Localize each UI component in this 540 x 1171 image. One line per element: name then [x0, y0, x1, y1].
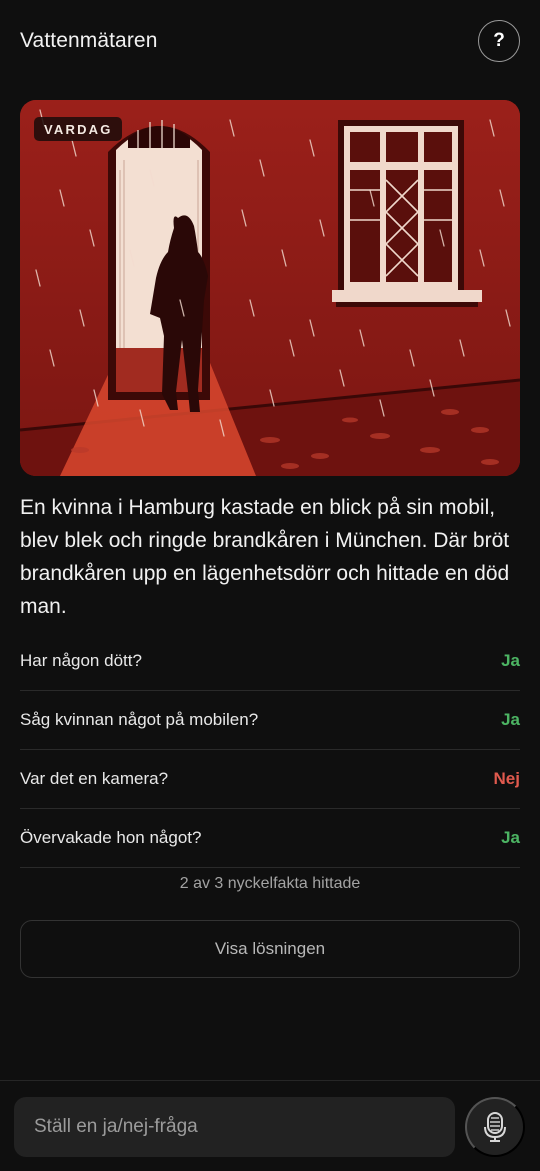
help-button[interactable]: ? — [478, 20, 520, 62]
header: Vattenmätaren ? — [0, 0, 540, 82]
app: Vattenmätaren ? VARDAG En kvinna i Hambu… — [0, 0, 540, 1171]
question-row: Övervakade hon något? Ja — [20, 809, 520, 868]
question-input[interactable] — [14, 1097, 455, 1157]
answer-badge: Ja — [501, 651, 520, 670]
microphone-button[interactable] — [465, 1097, 525, 1157]
question-text: Har någon dött? — [20, 651, 142, 670]
question-input-bar — [0, 1080, 540, 1171]
question-text: Var det en kamera? — [20, 769, 169, 788]
answer-badge: Ja — [501, 828, 520, 847]
answer-badge: Nej — [493, 769, 520, 788]
question-text: Såg kvinnan något på mobilen? — [20, 710, 259, 729]
answer-badge: Ja — [501, 710, 520, 729]
question-text: Övervakade hon något? — [20, 828, 202, 847]
microphone-icon — [484, 1112, 506, 1142]
question-row: Var det en kamera? Nej — [20, 750, 520, 809]
question-list: Har någon dött? Ja Såg kvinnan något på mo… — [20, 632, 520, 868]
category-tag: VARDAG — [34, 117, 122, 141]
app-title: Vattenmätaren — [20, 29, 158, 52]
story-text: En kvinna i Hamburg kastade en blick på … — [20, 496, 510, 618]
question-icon: ? — [493, 30, 505, 51]
question-row: Såg kvinnan något på mobilen? Ja — [20, 691, 520, 750]
story-illustration: VARDAG — [20, 100, 520, 476]
progress-text: 2 av 3 nyckelfakta hittade — [179, 875, 361, 892]
show-solution-button[interactable]: Visa lösningen — [20, 920, 520, 978]
rainy-doorway-illustration — [20, 100, 520, 476]
question-row: Har någon dött? Ja — [20, 632, 520, 691]
